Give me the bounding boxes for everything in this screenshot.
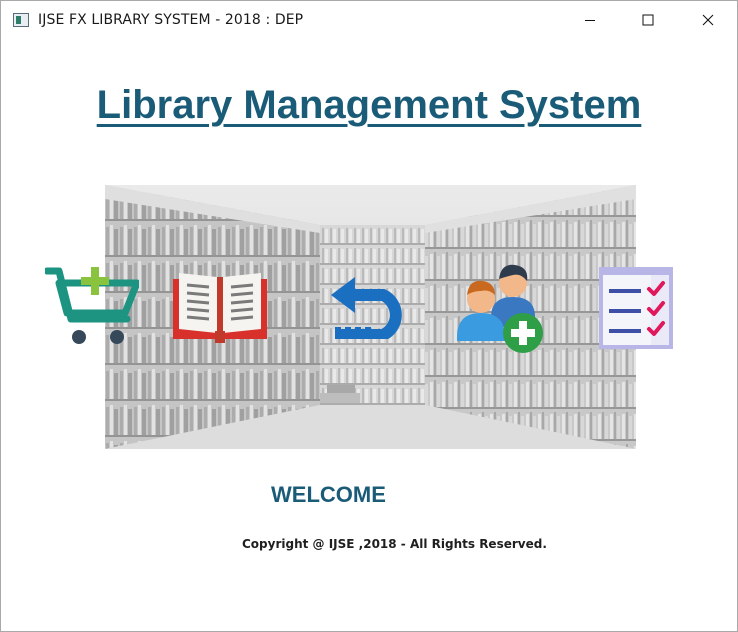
window-title: IJSE FX LIBRARY SYSTEM - 2018 : DEP (38, 12, 304, 28)
book-icon[interactable] (171, 269, 269, 345)
title-bar[interactable]: IJSE FX LIBRARY SYSTEM - 2018 : DEP (1, 1, 737, 39)
app-icon (13, 13, 29, 27)
maximize-button[interactable] (625, 1, 671, 39)
page-title: Library Management System (96, 83, 642, 127)
add-to-cart-icon[interactable] (43, 263, 141, 349)
add-member-icon[interactable] (455, 257, 547, 355)
close-icon (702, 14, 714, 26)
close-button[interactable] (685, 1, 731, 39)
minimize-button[interactable] (567, 1, 613, 39)
copyright-text: Copyright @ IJSE ,2018 - All Rights Rese… (242, 537, 547, 551)
checklist-report-icon[interactable] (599, 267, 673, 349)
app-window: IJSE FX LIBRARY SYSTEM - 2018 : DEP Libr… (0, 0, 738, 632)
return-icon[interactable] (331, 277, 411, 341)
welcome-text: WELCOME (271, 482, 386, 507)
minimize-icon (585, 20, 595, 21)
maximize-icon (642, 14, 654, 26)
